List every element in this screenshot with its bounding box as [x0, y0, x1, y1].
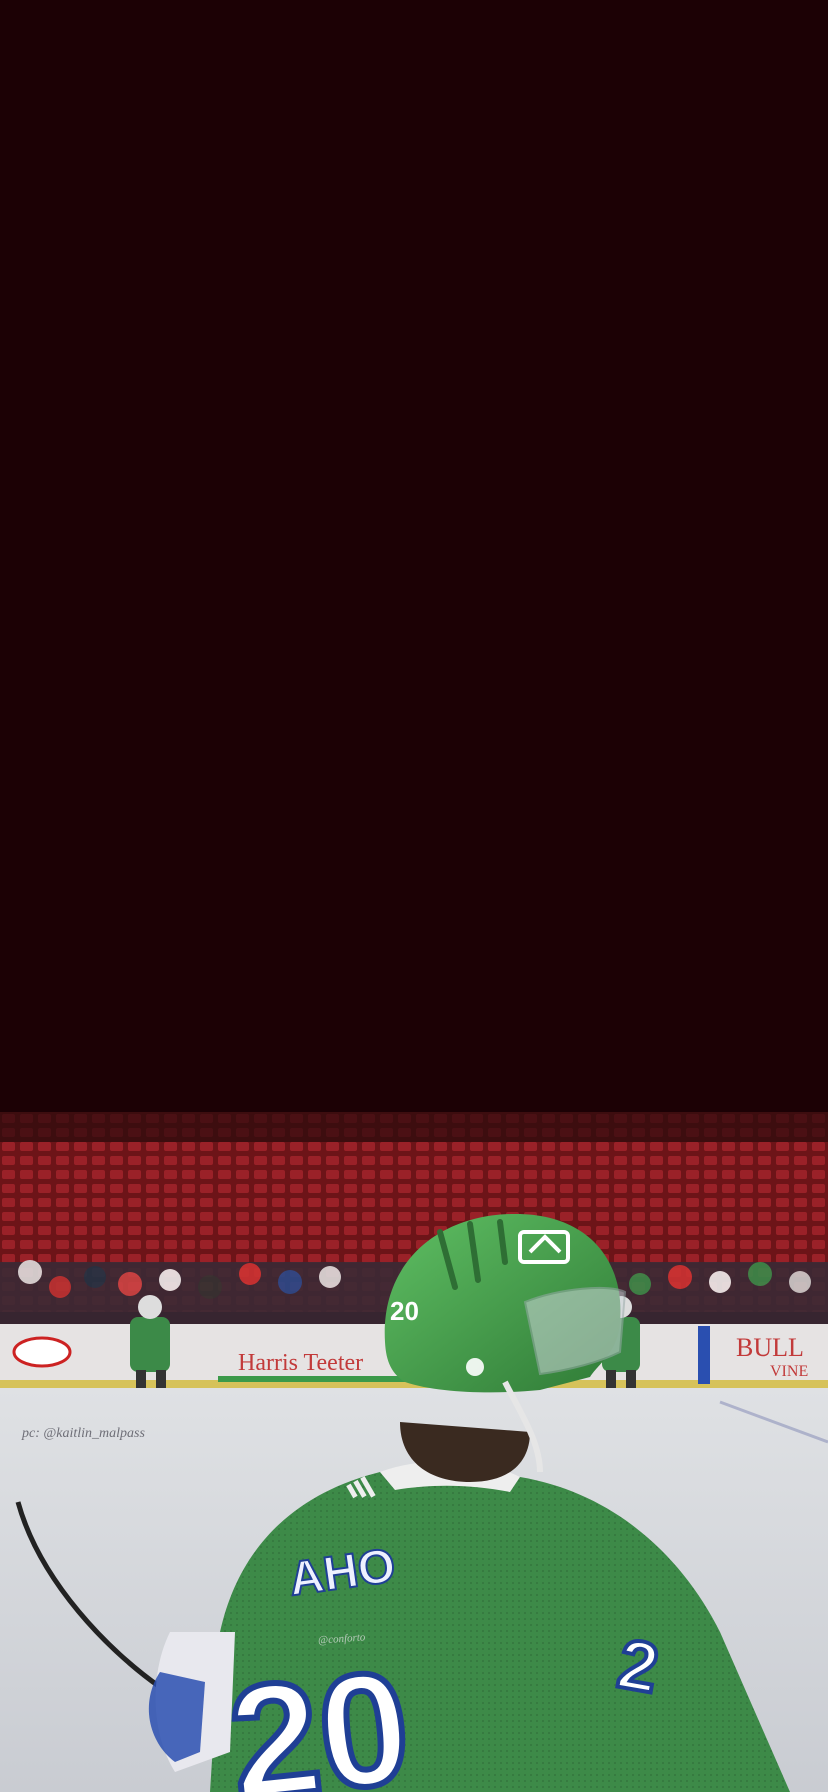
dark-background: [0, 0, 828, 1112]
helmet-number: 20: [390, 1296, 419, 1326]
board-ad-vine: VINE: [770, 1363, 808, 1380]
board-ad-bull: BULL: [736, 1333, 804, 1362]
hockey-photo-illustration: Harris Teeter BULL VINE AHO 20 2 20: [0, 1112, 828, 1792]
jersey-number: 20: [222, 1636, 418, 1792]
board-ad-harris-teeter: Harris Teeter: [238, 1350, 363, 1376]
photographer-credit: pc: @kaitlin_malpass: [22, 1426, 145, 1441]
hockey-photo: Harris Teeter BULL VINE AHO 20 2 20: [0, 1112, 828, 1792]
